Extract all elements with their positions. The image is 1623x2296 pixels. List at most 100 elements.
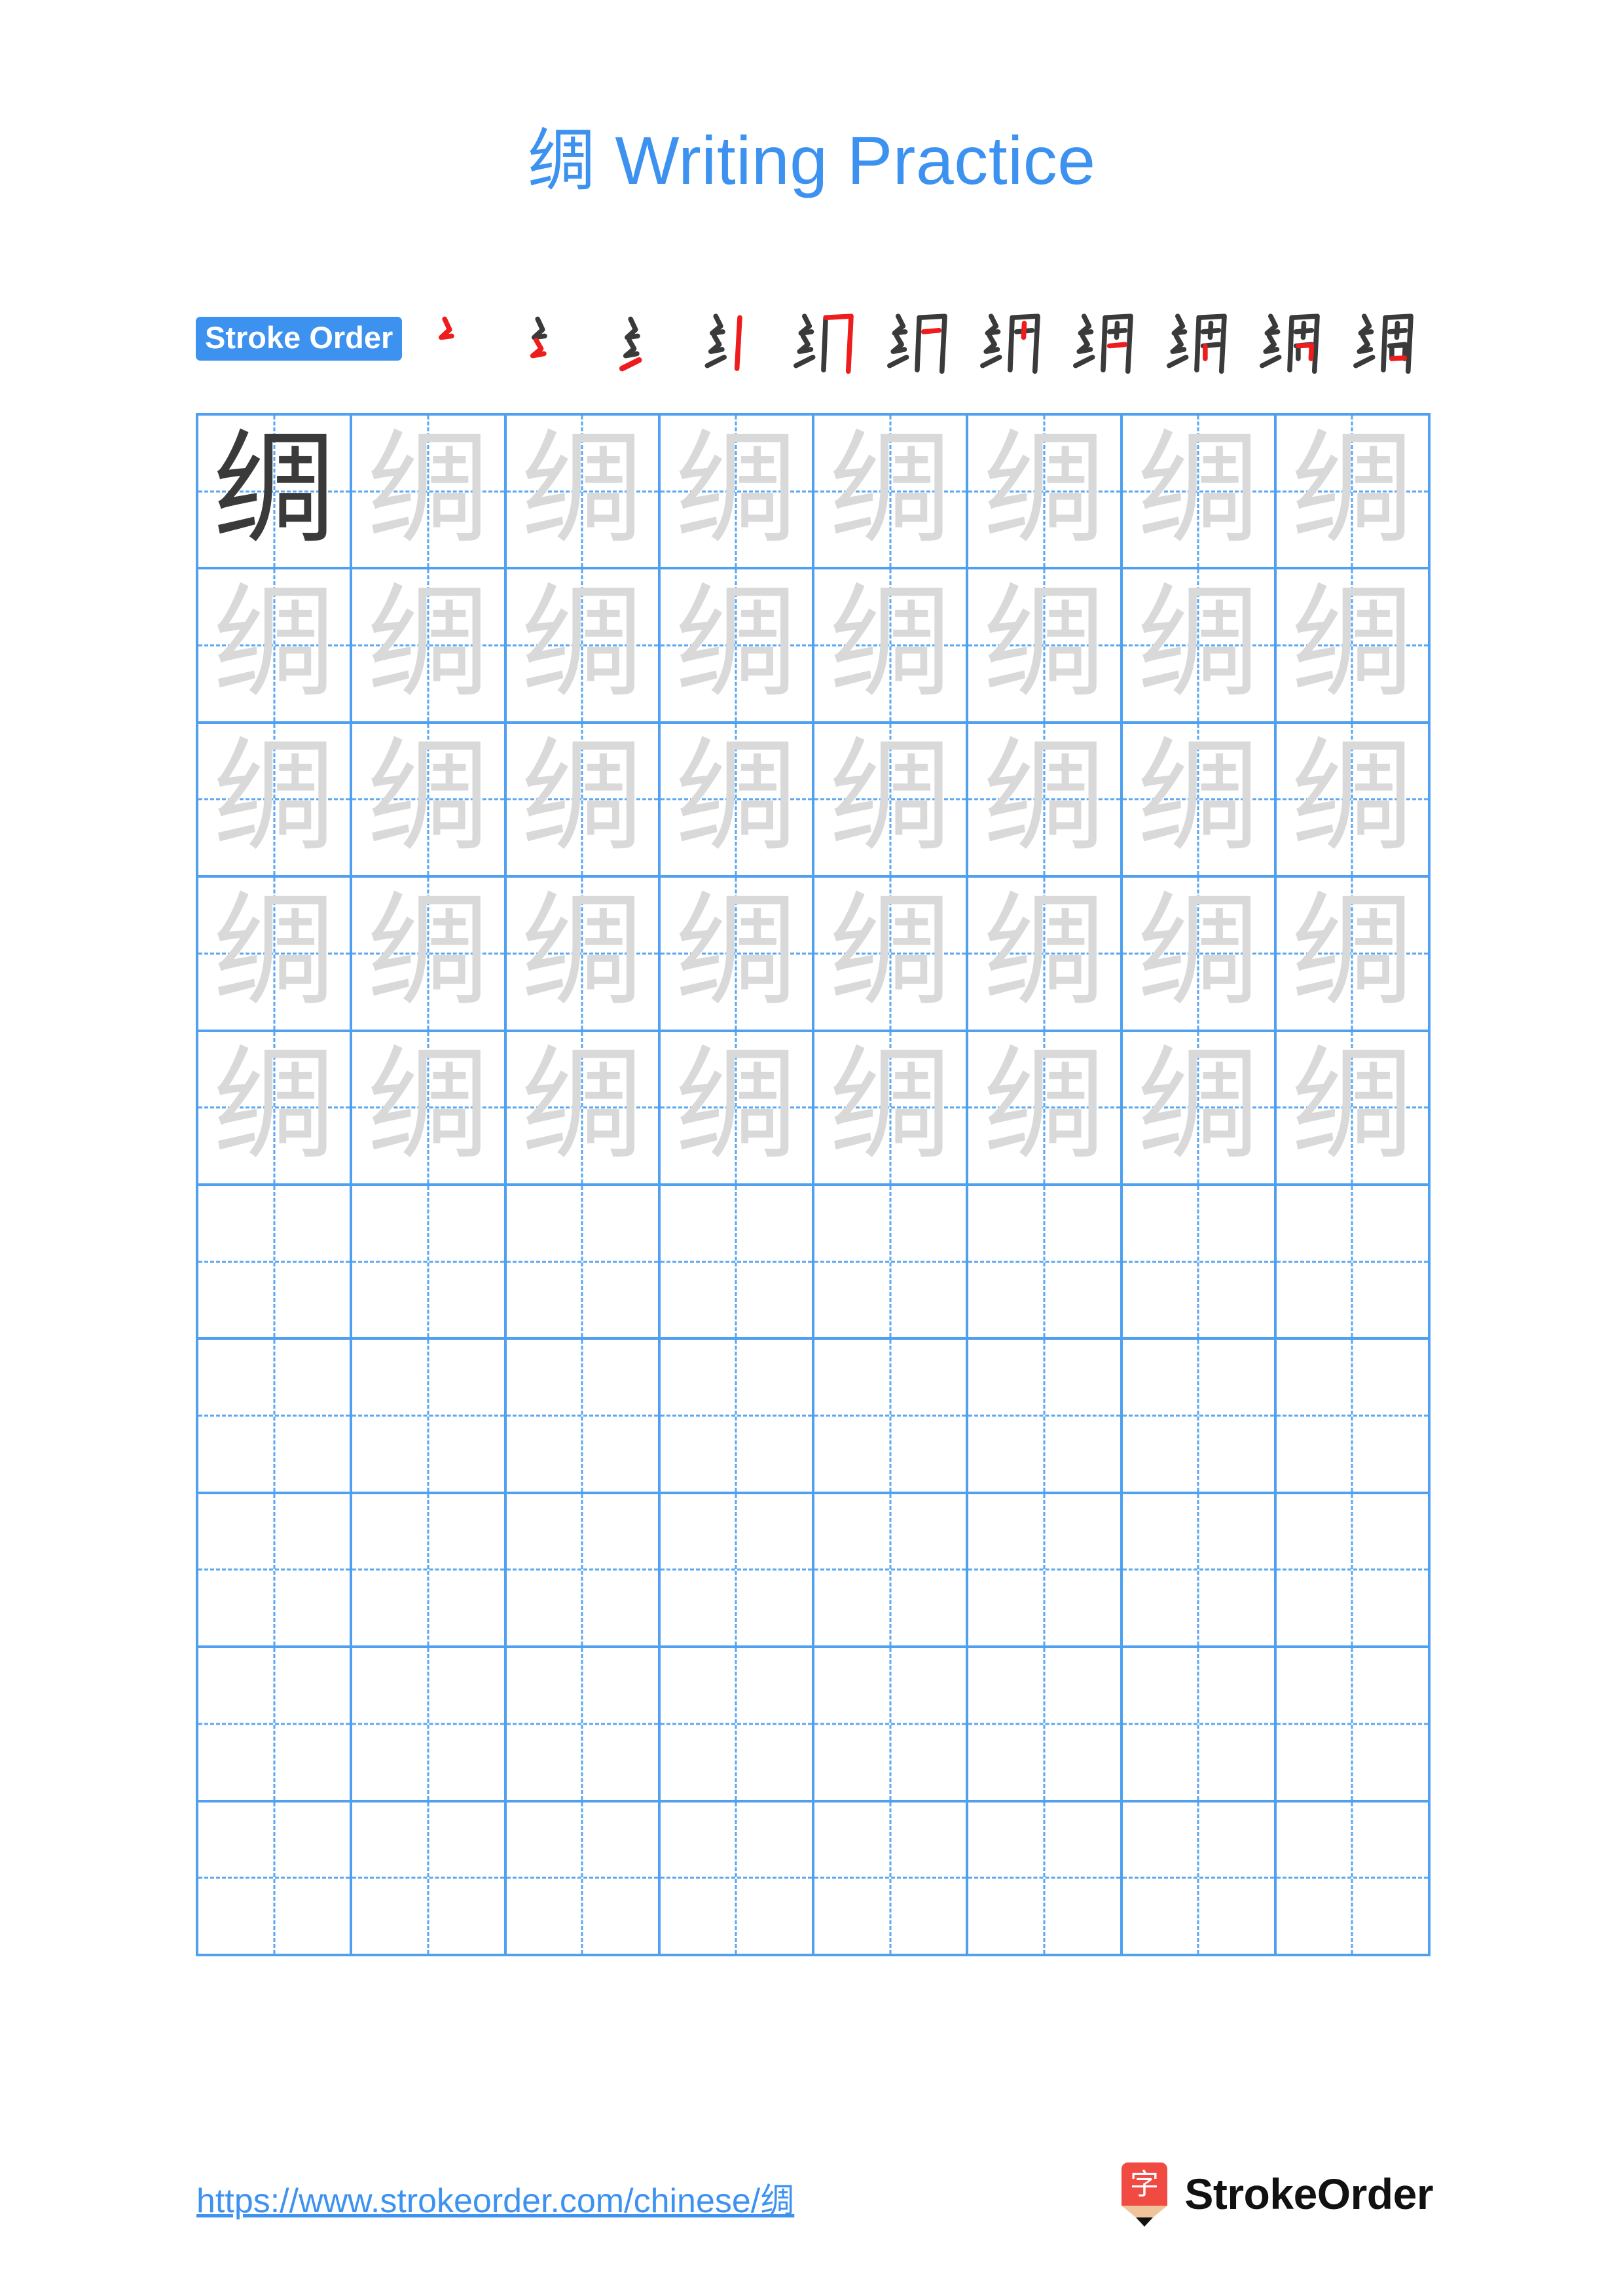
trace-character: 绸 [520, 571, 644, 715]
practice-cell[interactable] [660, 1340, 814, 1494]
practice-cell[interactable]: 绸 [506, 1031, 661, 1186]
practice-cell[interactable] [198, 1648, 353, 1803]
practice-cell[interactable] [968, 1185, 1123, 1340]
practice-cell[interactable]: 绸 [1122, 878, 1277, 1032]
practice-cell[interactable] [1276, 1494, 1431, 1649]
practice-cell[interactable] [506, 1802, 661, 1956]
practice-cell[interactable] [1122, 1340, 1277, 1494]
practice-cell[interactable]: 绸 [198, 723, 353, 878]
practice-cell[interactable] [660, 1494, 814, 1649]
practice-cell[interactable]: 绸 [1122, 569, 1277, 724]
practice-cell[interactable] [352, 1648, 507, 1803]
trace-character: 绸 [828, 417, 952, 561]
practice-cell[interactable] [968, 1802, 1123, 1956]
practice-cell[interactable] [352, 1340, 507, 1494]
practice-cell[interactable]: 绸 [814, 416, 969, 570]
practice-cell[interactable] [198, 1340, 353, 1494]
practice-cell[interactable]: 绸 [968, 1031, 1123, 1186]
stroke-step-5-icon [793, 314, 854, 374]
practice-cell[interactable]: 绸 [1276, 1031, 1431, 1186]
practice-cell[interactable]: 绸 [198, 1031, 353, 1186]
practice-cell[interactable]: 绸 [814, 878, 969, 1032]
practice-cell[interactable] [1122, 1802, 1277, 1956]
practice-cell[interactable] [1122, 1494, 1277, 1649]
practice-cell[interactable] [1276, 1648, 1431, 1803]
trace-character: 绸 [520, 725, 644, 869]
practice-cell[interactable] [352, 1494, 507, 1649]
practice-cell[interactable]: 绸 [968, 878, 1123, 1032]
trace-character: 绸 [520, 879, 644, 1023]
practice-cell[interactable]: 绸 [1276, 569, 1431, 724]
practice-cell[interactable] [1276, 1185, 1431, 1340]
practice-cell[interactable]: 绸 [352, 878, 507, 1032]
practice-cell[interactable] [814, 1648, 969, 1803]
practice-cell[interactable] [198, 1494, 353, 1649]
practice-cell[interactable]: 绸 [1122, 723, 1277, 878]
practice-cell[interactable]: 绸 [814, 1031, 969, 1186]
practice-cell[interactable] [352, 1802, 507, 1956]
practice-cell[interactable]: 绸 [1122, 1031, 1277, 1186]
practice-cell[interactable]: 绸 [660, 569, 814, 724]
practice-cell[interactable]: 绸 [198, 569, 353, 724]
practice-cell[interactable] [1122, 1185, 1277, 1340]
practice-cell[interactable]: 绸 [1276, 723, 1431, 878]
practice-cell[interactable] [506, 1185, 661, 1340]
practice-cell[interactable] [198, 1802, 353, 1956]
practice-cell[interactable] [814, 1340, 969, 1494]
stroke-step-4 [685, 302, 778, 374]
practice-cell[interactable] [968, 1648, 1123, 1803]
practice-cell[interactable]: 绸 [352, 416, 507, 570]
practice-cell[interactable] [1276, 1802, 1431, 1956]
practice-cell[interactable]: 绸 [968, 416, 1123, 570]
practice-cell[interactable] [968, 1494, 1123, 1649]
practice-cell[interactable] [352, 1185, 507, 1340]
practice-cell[interactable]: 绸 [506, 569, 661, 724]
stroke-step-1 [405, 302, 498, 374]
stroke-step-1-icon [438, 316, 454, 340]
trace-character: 绸 [982, 725, 1106, 869]
practice-cell[interactable]: 绸 [660, 416, 814, 570]
pencil-icon-char: 字 [1130, 2168, 1159, 2201]
practice-cell[interactable]: 绸 [1122, 416, 1277, 570]
practice-cell[interactable]: 绸 [506, 416, 661, 570]
source-url-link[interactable]: https://www.strokeorder.com/chinese/绸 [196, 2173, 794, 2222]
practice-cell[interactable] [814, 1802, 969, 1956]
practice-cell[interactable]: 绸 [506, 723, 661, 878]
stroke-step-11-icon [1353, 314, 1413, 374]
page-title-character: 绸 [527, 120, 596, 200]
practice-cell[interactable] [198, 1185, 353, 1340]
practice-cell[interactable] [814, 1494, 969, 1649]
practice-cell[interactable] [660, 1648, 814, 1803]
practice-cell[interactable] [660, 1185, 814, 1340]
practice-cell[interactable]: 绸 [352, 1031, 507, 1186]
practice-cell[interactable] [1276, 1340, 1431, 1494]
practice-cell[interactable]: 绸 [814, 723, 969, 878]
practice-cell[interactable]: 绸 [1276, 416, 1431, 570]
practice-cell[interactable] [506, 1494, 661, 1649]
practice-cell[interactable] [660, 1802, 814, 1956]
practice-cell[interactable] [1122, 1648, 1277, 1803]
practice-cell[interactable]: 绸 [198, 416, 353, 570]
practice-cell[interactable]: 绸 [660, 878, 814, 1032]
trace-character: 绸 [674, 417, 798, 561]
practice-cell[interactable] [506, 1340, 661, 1494]
trace-character: 绸 [520, 417, 644, 561]
practice-cell[interactable] [506, 1648, 661, 1803]
practice-cell[interactable]: 绸 [352, 569, 507, 724]
practice-cell[interactable]: 绸 [1276, 878, 1431, 1032]
practice-cell[interactable]: 绸 [660, 723, 814, 878]
practice-cell[interactable]: 绸 [352, 723, 507, 878]
trace-character: 绸 [366, 879, 490, 1023]
stroke-step-7-icon [980, 314, 1040, 374]
practice-cell[interactable]: 绸 [506, 878, 661, 1032]
practice-cell[interactable] [814, 1185, 969, 1340]
practice-cell[interactable]: 绸 [968, 723, 1123, 878]
trace-character: 绸 [212, 571, 336, 715]
practice-cell[interactable]: 绸 [660, 1031, 814, 1186]
practice-cell[interactable] [968, 1340, 1123, 1494]
trace-character: 绸 [982, 879, 1106, 1023]
practice-cell[interactable]: 绸 [814, 569, 969, 724]
practice-cell[interactable]: 绸 [198, 878, 353, 1032]
practice-cell[interactable]: 绸 [968, 569, 1123, 724]
stroke-step-4-icon [704, 314, 742, 371]
